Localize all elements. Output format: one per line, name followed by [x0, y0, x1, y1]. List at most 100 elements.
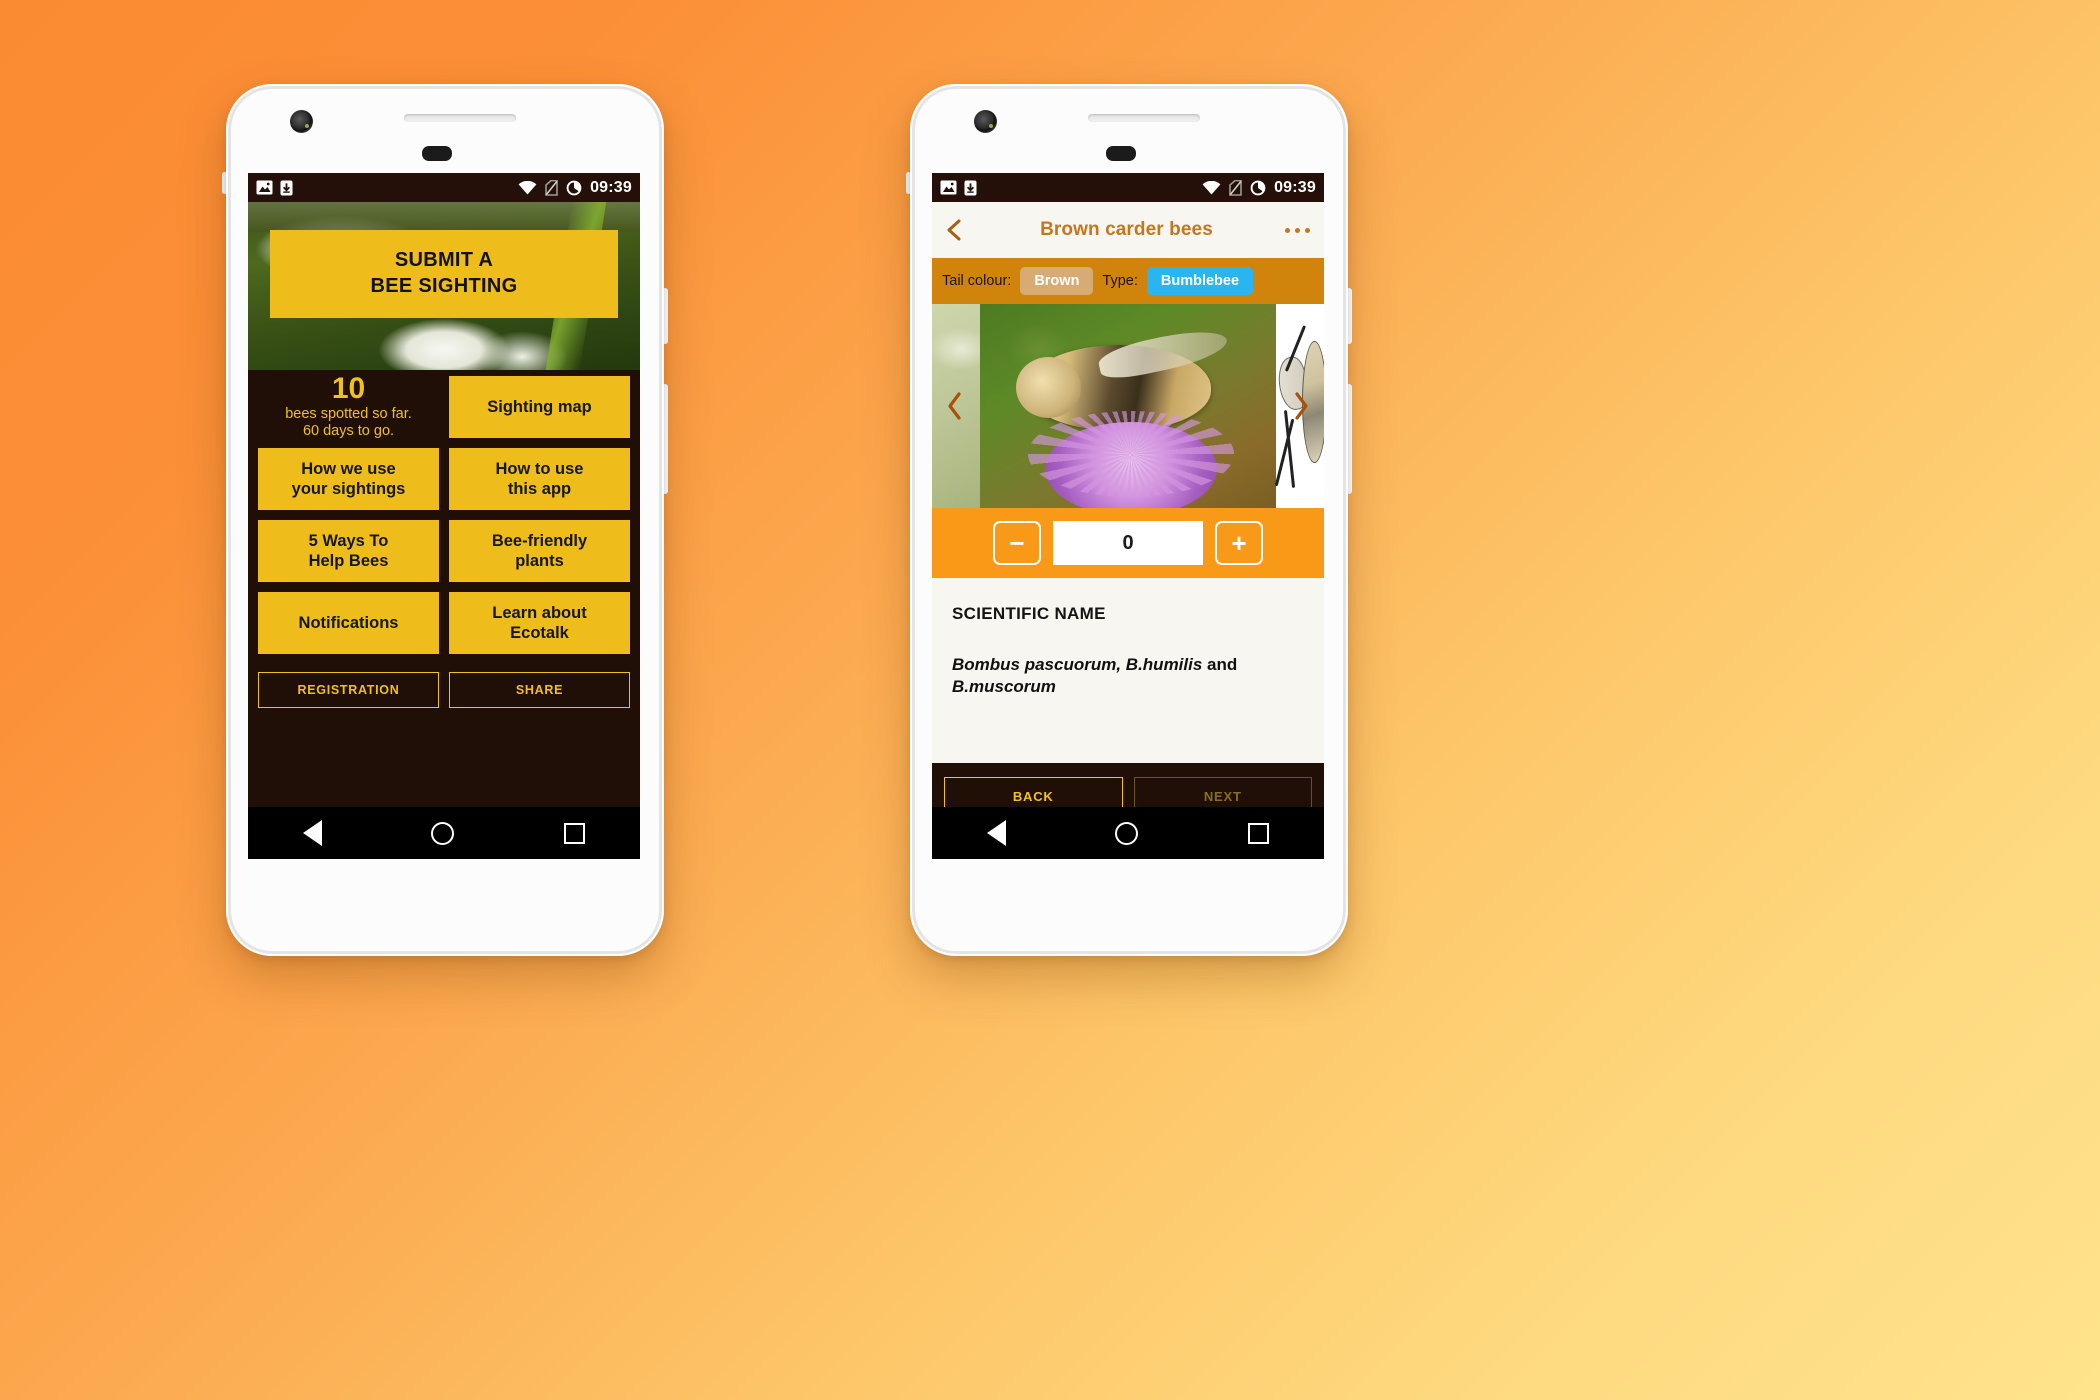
menu-grid-row-1: 10 bees spotted so far. 60 days to go. S…: [258, 371, 630, 439]
image-icon: [940, 180, 957, 195]
scientific-name-value: Bombus pascuorum, B.humilis and B.muscor…: [952, 654, 1304, 698]
status-bar: 09:39: [932, 173, 1324, 202]
nav-back-icon[interactable]: [302, 820, 322, 846]
download-icon: [280, 180, 293, 195]
status-time: 09:39: [1274, 178, 1316, 196]
hero-banner: SUBMIT A BEE SIGHTING: [248, 202, 640, 370]
flower-illustration: [1027, 411, 1234, 508]
status-bar: 09:39: [248, 173, 640, 202]
sim-off-icon: [1229, 179, 1242, 196]
screen-left: 09:39 SUBMIT A BEE SIGHTING 10 bees spot…: [248, 173, 640, 859]
tile-5-line-2: plants: [515, 552, 564, 570]
tile-sighting-map-label: Sighting map: [487, 397, 592, 416]
power-button[interactable]: [1346, 288, 1352, 344]
menu-grid-row-4: Notifications Learn about Ecotalk: [258, 592, 630, 654]
counter-value[interactable]: 0: [1053, 521, 1203, 565]
stats-line-2: 60 days to go.: [302, 423, 395, 439]
type-label: Type:: [1102, 273, 1138, 289]
sim-off-icon: [545, 179, 558, 196]
sync-icon: [1250, 180, 1266, 195]
proximity-sensor: [422, 146, 452, 161]
registration-button[interactable]: REGISTRATION: [258, 672, 439, 708]
volume-button[interactable]: [1346, 384, 1352, 494]
image-icon: [256, 180, 273, 195]
bee-head-illustration: [1015, 357, 1081, 419]
tile-2-line-1: How we use: [301, 459, 396, 478]
screen-right: 09:39 Brown carder bees Tail colour: Bro…: [932, 173, 1324, 859]
home-menu: 10 bees spotted so far. 60 days to go. S…: [248, 370, 640, 859]
earpiece-speaker: [1088, 114, 1200, 122]
scientific-name-italic-1: Bombus pascuorum, B.humilis: [952, 655, 1203, 674]
tile-5-ways-to-help-bees[interactable]: 5 Ways To Help Bees: [258, 520, 439, 582]
android-nav-bar: [248, 807, 640, 859]
nav-recents-icon[interactable]: [1248, 822, 1270, 844]
tile-5-line-1: Bee-friendly: [491, 531, 588, 550]
tile-4-line-1: 5 Ways To: [308, 531, 389, 550]
scientific-name-plain: and: [1202, 655, 1238, 674]
scientific-name-panel: SCIENTIFIC NAME Bombus pascuorum, B.humi…: [932, 578, 1324, 763]
phone-device-left: 09:39 SUBMIT A BEE SIGHTING 10 bees spot…: [222, 84, 668, 956]
menu-grid-row-3: 5 Ways To Help Bees Bee-friendly plants: [258, 520, 630, 582]
registration-label: REGISTRATION: [297, 683, 400, 697]
status-time: 09:39: [590, 178, 632, 196]
scientific-name-label: SCIENTIFIC NAME: [952, 604, 1106, 623]
tile-sighting-map[interactable]: Sighting map: [449, 376, 630, 438]
page-title: Brown carder bees: [1040, 219, 1213, 240]
tile-how-we-use-your-sightings[interactable]: How we use your sightings: [258, 448, 439, 510]
submit-line-2: BEE SIGHTING: [370, 275, 518, 297]
wifi-icon: [518, 180, 537, 194]
menu-grid-row-2: How we use your sightings How to use thi…: [258, 448, 630, 510]
scientific-name-italic-2: B.muscorum: [952, 677, 1056, 697]
increment-button[interactable]: +: [1215, 521, 1263, 565]
tile-2-line-2: your sightings: [291, 480, 406, 498]
sync-icon: [566, 180, 582, 195]
tail-colour-label: Tail colour:: [942, 273, 1012, 289]
nav-recents-icon[interactable]: [564, 822, 586, 844]
submit-line-1: SUBMIT A: [394, 249, 494, 272]
earpiece-speaker: [404, 114, 516, 122]
app-bar: Brown carder bees: [932, 202, 1324, 258]
tile-7-line-2: Ecotalk: [510, 624, 569, 642]
tile-how-to-use-this-app[interactable]: How to use this app: [449, 448, 630, 510]
nav-back-icon[interactable]: [986, 820, 1006, 846]
android-nav-bar: [932, 807, 1324, 859]
carousel-slide-photo[interactable]: [980, 304, 1276, 508]
sighting-counter: − 0 +: [932, 508, 1324, 578]
left-frame-nub: [222, 172, 227, 194]
carousel-next-icon[interactable]: [1290, 391, 1312, 421]
left-frame-nub: [906, 172, 911, 194]
front-camera-icon: [974, 110, 997, 133]
stats-line-1: bees spotted so far.: [285, 405, 412, 422]
volume-button[interactable]: [662, 384, 668, 494]
dot-3: [1305, 227, 1310, 233]
secondary-actions: REGISTRATION SHARE: [258, 672, 630, 708]
tile-notifications[interactable]: Notifications: [258, 592, 439, 654]
carousel-prev-icon[interactable]: [944, 391, 966, 421]
dot-1: [1285, 227, 1290, 233]
share-label: SHARE: [515, 683, 564, 697]
tail-colour-chip[interactable]: Brown: [1020, 267, 1094, 295]
submit-bee-sighting-button[interactable]: SUBMIT A BEE SIGHTING: [270, 230, 618, 318]
tile-3-line-1: How to use: [495, 459, 584, 478]
tile-4-line-2: Help Bees: [308, 552, 389, 570]
tile-learn-about-ecotalk[interactable]: Learn about Ecotalk: [449, 592, 630, 654]
download-icon: [964, 180, 977, 195]
image-carousel: [932, 304, 1324, 508]
nav-home-icon[interactable]: [431, 821, 455, 845]
tile-7-line-1: Learn about: [492, 603, 587, 622]
more-horizontal-icon[interactable]: [1285, 227, 1314, 233]
dot-2: [1295, 227, 1300, 233]
front-camera-icon: [290, 110, 313, 133]
type-chip[interactable]: Bumblebee: [1146, 267, 1254, 295]
filter-bar: Tail colour: Brown Type: Bumblebee: [932, 258, 1324, 304]
power-button[interactable]: [662, 288, 668, 344]
tile-3-line-2: this app: [507, 480, 572, 498]
proximity-sensor: [1106, 146, 1136, 161]
tile-bee-friendly-plants[interactable]: Bee-friendly plants: [449, 520, 630, 582]
decrement-button[interactable]: −: [993, 521, 1041, 565]
share-button[interactable]: SHARE: [449, 672, 630, 708]
bees-spotted-count: 10: [331, 371, 366, 405]
nav-home-icon[interactable]: [1115, 821, 1139, 845]
phone-device-right: 09:39 Brown carder bees Tail colour: Bro…: [906, 84, 1352, 956]
chevron-left-icon[interactable]: [942, 217, 968, 243]
